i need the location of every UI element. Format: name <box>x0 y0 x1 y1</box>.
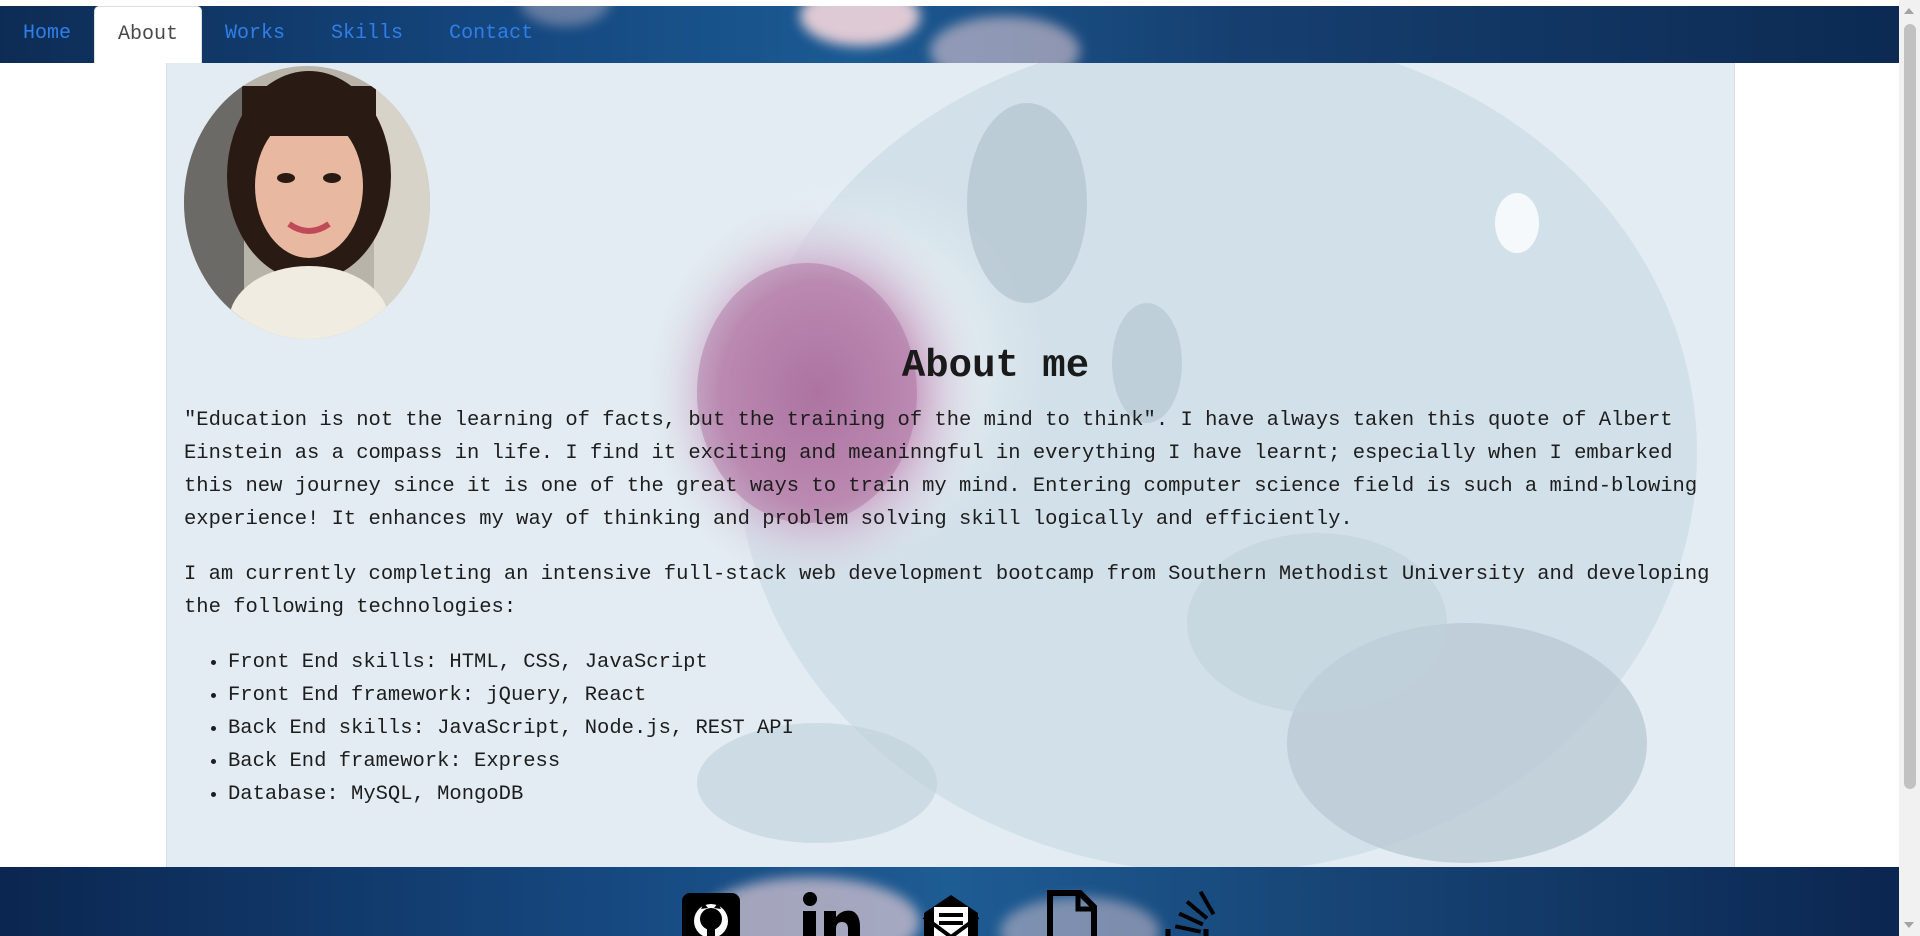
scrollbar-thumb[interactable] <box>1904 24 1916 789</box>
header-cloud <box>800 6 920 46</box>
resume-icon[interactable] <box>1040 889 1102 936</box>
tab-about[interactable]: About <box>94 6 203 63</box>
list-item: Front End framework: jQuery, React <box>228 679 1724 712</box>
scroll-up-arrow-icon[interactable] <box>1904 8 1914 14</box>
list-item: Database: MySQL, MongoDB <box>228 778 1724 811</box>
about-section: About me "Education is not the learning … <box>166 63 1735 867</box>
list-item: Back End framework: Express <box>228 745 1724 778</box>
page-title: About me <box>901 344 1090 388</box>
list-item: Back End skills: JavaScript, Node.js, RE… <box>228 712 1724 745</box>
navbar: Home About Works Skills Contact <box>0 6 1899 63</box>
tab-contact[interactable]: Contact <box>426 6 556 63</box>
about-paragraph-bootcamp: I am currently completing an intensive f… <box>184 563 1710 619</box>
list-item: Front End skills: HTML, CSS, JavaScript <box>228 646 1724 679</box>
stackoverflow-icon[interactable] <box>1160 889 1222 936</box>
scroll-down-arrow-icon[interactable] <box>1904 922 1914 928</box>
tab-skills[interactable]: Skills <box>308 6 426 63</box>
scrollbar[interactable] <box>1899 0 1920 936</box>
about-text: "Education is not the learning of facts,… <box>184 404 1724 811</box>
tab-works[interactable]: Works <box>202 6 308 63</box>
tab-home[interactable]: Home <box>0 6 94 63</box>
skills-list: Front End skills: HTML, CSS, JavaScript … <box>184 646 1724 811</box>
github-icon[interactable] <box>680 889 742 936</box>
email-icon[interactable] <box>920 889 982 936</box>
social-links <box>680 889 1222 936</box>
footer <box>0 867 1899 936</box>
linkedin-icon[interactable] <box>800 889 862 936</box>
about-paragraph-quote: "Education is not the learning of facts,… <box>184 409 1698 531</box>
profile-photo <box>184 66 430 339</box>
header-cloud <box>930 16 1080 63</box>
nav-tabs: Home About Works Skills Contact <box>0 6 556 63</box>
